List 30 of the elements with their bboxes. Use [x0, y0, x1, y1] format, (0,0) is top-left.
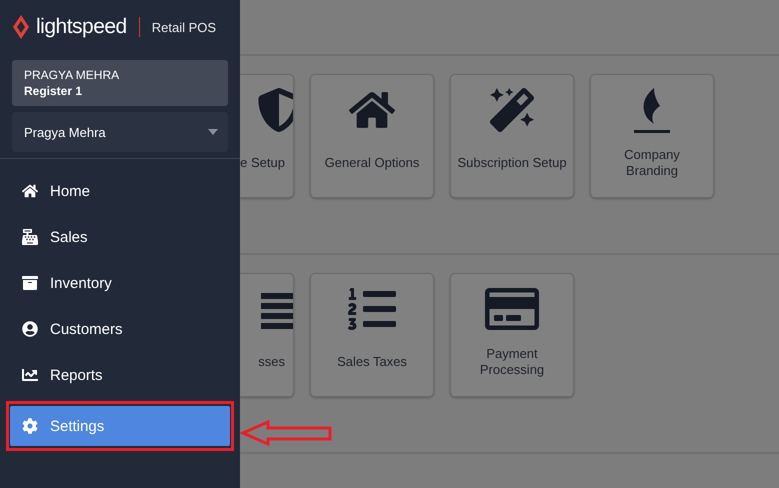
user-icon: [22, 321, 38, 337]
nav-item[interactable]: Settings: [10, 406, 230, 446]
magic-wand-icon: [490, 88, 534, 132]
settings-tile[interactable]: General Options: [310, 74, 434, 198]
cash-register-icon: [22, 229, 38, 245]
settings-tile[interactable]: Payment Processing: [450, 273, 574, 397]
user-name: PRAGYA MEHRA: [24, 68, 120, 82]
settings-tile[interactable]: e Setup: [240, 74, 294, 198]
settings-tile[interactable]: Company Branding: [590, 74, 714, 198]
nav-item[interactable]: Reports: [10, 355, 230, 395]
nav-item[interactable]: Customers: [10, 309, 230, 349]
home-icon: [22, 183, 38, 199]
settings-tile[interactable]: Sales Taxes: [310, 273, 434, 397]
shield-icon: [257, 88, 293, 132]
settings-icon: [22, 418, 38, 434]
nav-item[interactable]: Sales: [10, 217, 230, 257]
user-dropdown[interactable]: Pragya Mehra: [12, 112, 228, 152]
register-name: Register 1: [24, 84, 84, 98]
brand-name: lightspeed: [36, 15, 127, 39]
flame-icon: [632, 86, 672, 134]
caret-icon: [208, 129, 218, 135]
logo-icon: [12, 15, 30, 39]
nav-item[interactable]: Home: [10, 171, 230, 211]
nav-item[interactable]: Inventory: [10, 263, 230, 303]
chart-icon: [22, 367, 38, 383]
product-name: Retail POS: [152, 20, 216, 34]
archive-icon: [22, 275, 38, 291]
settings-tile[interactable]: sses: [240, 273, 294, 397]
settings-tile[interactable]: Subscription Setup: [450, 74, 574, 198]
numbered-list-icon: [348, 285, 396, 333]
